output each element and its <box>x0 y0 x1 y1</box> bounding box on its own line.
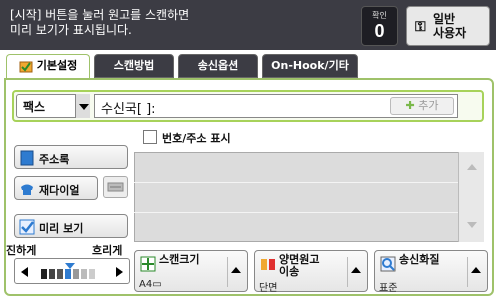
header-bar: [시작] 버튼을 눌러 원고를 스캔하면 미리 보기가 표시됩니다. 확인 0 … <box>0 0 496 50</box>
chevron-up-icon <box>231 267 241 273</box>
list-scrollbar[interactable] <box>458 152 484 242</box>
divider <box>227 257 228 287</box>
density-decrease-icon[interactable] <box>21 267 28 277</box>
scroll-up-icon[interactable] <box>467 164 477 170</box>
preview-button[interactable]: 미리 보기 <box>14 214 128 238</box>
divider <box>347 257 348 287</box>
scan-size-value: A4▭ <box>139 279 162 290</box>
user-label-line2: 사용자 <box>433 26 467 40</box>
density-increase-icon[interactable] <box>116 267 123 277</box>
tab-send-options-label: 송신옵션 <box>197 59 239 72</box>
recipient-type-label: 팩스 <box>23 100 46 114</box>
tab-scan-method[interactable]: 스캔방법 <box>94 54 174 78</box>
redial-label: 재다이얼 <box>39 184 80 197</box>
duplex-title-line2: 이송 <box>279 265 300 278</box>
magnifier-icon <box>380 256 396 272</box>
show-number-checkbox[interactable] <box>143 130 157 144</box>
scan-size-icon <box>140 256 156 272</box>
duplex-title: 양면원고 이송 <box>279 254 319 278</box>
duplex-button[interactable]: 양면원고 이송 단면 <box>254 250 368 294</box>
duplex-value: 단면 <box>259 283 278 294</box>
density-scale-icon <box>41 263 95 279</box>
density-control[interactable] <box>14 258 130 284</box>
recipient-field-text: 수신국[ ]: <box>101 102 156 117</box>
tab-scan-method-label: 스캔방법 <box>113 59 155 72</box>
confirm-counter: 확인 0 <box>361 6 398 46</box>
send-quality-title: 송신화질 <box>399 253 440 266</box>
user-label-line1: 일반 <box>433 12 456 26</box>
tab-onhook-other-label: On-Hook/기타 <box>271 59 349 72</box>
add-button-label: 추가 <box>418 99 439 112</box>
scan-size-title: 스캔크기 <box>159 253 200 266</box>
home-icon <box>19 61 33 73</box>
density-light-label: 흐리게 <box>92 244 123 257</box>
send-quality-button[interactable]: 송신화질 표준 <box>374 250 488 294</box>
recipient-list[interactable] <box>134 152 484 242</box>
tab-bar: 기본설정 스캔방법 송신옵션 On-Hook/기타 <box>0 52 496 80</box>
add-button[interactable]: ✚ 추가 <box>390 97 454 115</box>
redial-button[interactable]: 재다이얼 <box>14 176 98 200</box>
list-divider <box>134 182 458 183</box>
keyboard-icon <box>107 182 124 192</box>
confirm-label: 확인 <box>372 11 387 20</box>
confirm-count: 0 <box>374 21 385 41</box>
status-message: [시작] 버튼을 눌러 원고를 스캔하면 미리 보기가 표시됩니다. <box>10 8 189 38</box>
tab-basic-settings[interactable]: 기본설정 <box>6 54 90 80</box>
address-book-label: 주소록 <box>39 153 70 166</box>
status-message-line2: 미리 보기가 표시됩니다. <box>10 23 132 37</box>
chevron-down-icon[interactable] <box>75 94 90 118</box>
send-quality-value: 표준 <box>379 283 398 294</box>
chevron-up-icon <box>471 267 481 273</box>
chevron-up-icon <box>351 267 361 273</box>
show-number-label: 번호/주소 표시 <box>162 132 231 145</box>
key-icon: ⚿ <box>415 19 426 35</box>
address-book-button[interactable]: 주소록 <box>14 145 128 169</box>
scan-size-button[interactable]: 스캔크기 A4▭ <box>134 250 248 292</box>
scroll-down-icon[interactable] <box>467 222 477 228</box>
duplex-icon <box>261 259 275 270</box>
tab-basic-settings-label: 기본설정 <box>36 59 78 72</box>
tab-send-options[interactable]: 송신옵션 <box>178 54 258 78</box>
preview-check-icon <box>19 219 35 235</box>
keypad-button[interactable] <box>103 176 128 198</box>
plus-icon: ✚ <box>405 99 415 112</box>
tab-onhook-other[interactable]: On-Hook/기타 <box>262 54 358 78</box>
user-button[interactable]: ⚿ 일반 사용자 <box>406 6 490 46</box>
density-dark-label: 진하게 <box>6 244 37 257</box>
status-message-line1: [시작] 버튼을 눌러 원고를 스캔하면 <box>10 8 190 22</box>
divider <box>467 257 468 287</box>
phone-icon <box>21 184 33 195</box>
preview-label: 미리 보기 <box>39 222 84 235</box>
address-book-icon <box>20 150 34 166</box>
list-divider <box>134 212 458 213</box>
